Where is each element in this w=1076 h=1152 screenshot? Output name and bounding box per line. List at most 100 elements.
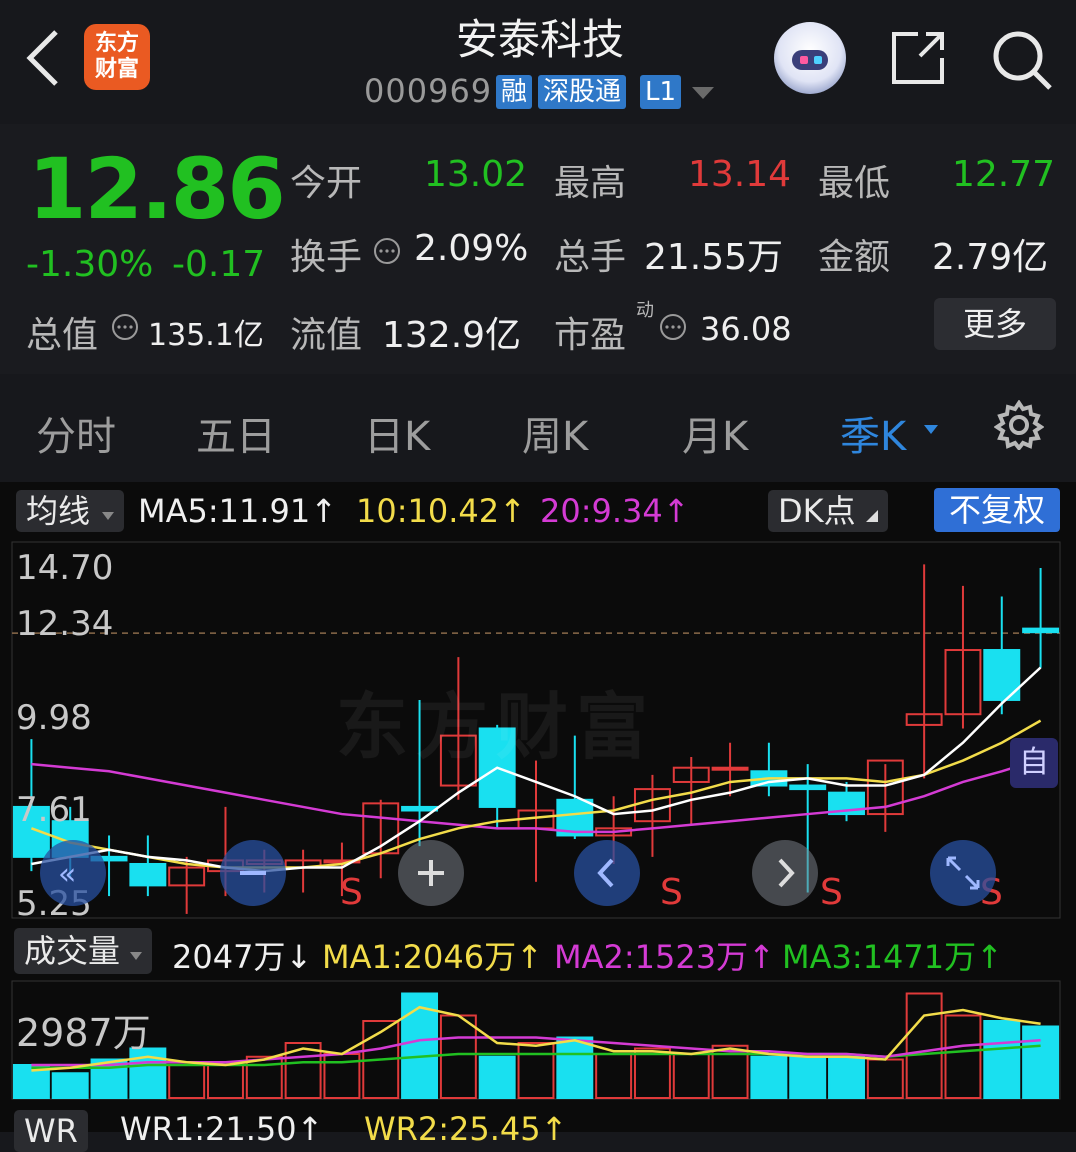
tab-intraday[interactable]: 分时	[36, 404, 116, 462]
tab-dropdown-icon[interactable]	[924, 420, 938, 439]
tab-five-day[interactable]: 五日	[196, 404, 276, 462]
info-dots-icon[interactable]	[372, 236, 402, 270]
wr-selector-label: WR	[24, 1112, 78, 1150]
candle-body	[129, 862, 167, 887]
zoom-in-control[interactable]	[398, 840, 464, 906]
no-adjust-button[interactable]: 不复权	[934, 488, 1060, 532]
previous-control[interactable]	[574, 840, 640, 906]
tag-dropdown-icon[interactable]	[692, 86, 714, 105]
volume-chart[interactable]	[0, 980, 1076, 1102]
high-label: 最高	[554, 163, 627, 204]
vol-ma3-readout: MA3:1471万↑	[782, 938, 1003, 976]
vol-ma2-readout: MA2:1523万↑	[554, 938, 775, 976]
volume-bar	[1022, 1025, 1060, 1099]
rewind-control[interactable]: «	[40, 840, 106, 906]
volume-bar	[556, 1036, 594, 1099]
ma-selector-label: 均线	[26, 492, 91, 530]
volume-bar	[983, 1020, 1021, 1099]
dk-label: DK点	[778, 492, 856, 530]
price-axis-label: 7.61	[16, 790, 92, 830]
open-value: 13.02	[424, 154, 528, 195]
assistant-robot-icon[interactable]	[774, 22, 846, 94]
amount-label: 金额	[818, 237, 891, 278]
volume-bar	[595, 1053, 633, 1099]
settings-gear-icon[interactable]	[993, 399, 1045, 452]
volume-bar	[750, 1055, 788, 1099]
wr-selector[interactable]: WR	[14, 1110, 88, 1152]
volume-bar	[866, 1058, 904, 1099]
market-cap-value: 135.1亿	[148, 318, 264, 353]
vol-ma1-readout: MA1:2046万↑	[322, 938, 543, 976]
dk-point-toggle[interactable]: DK点	[768, 490, 888, 532]
volume-selector[interactable]: 成交量	[14, 928, 153, 974]
candle-body	[789, 784, 827, 791]
volume-axis-label: 2987万	[16, 1011, 151, 1055]
market-cap-label[interactable]: 总值	[26, 306, 98, 358]
info-dots-icon[interactable]	[658, 312, 688, 346]
search-icon[interactable]	[990, 28, 1054, 96]
wr2-readout: WR2:25.45↑	[364, 1110, 568, 1148]
candle-body	[711, 766, 749, 771]
sell-signal: S	[820, 872, 843, 913]
auto-badge[interactable]: 自	[1010, 738, 1058, 788]
pe-dynamic-sup: 动	[636, 300, 654, 321]
next-control[interactable]	[752, 840, 818, 906]
price-axis-label: 14.70	[16, 548, 114, 588]
stock-name: 安泰科技	[455, 15, 624, 64]
logo-line2: 财富	[94, 57, 139, 82]
turnover-value: 2.09%	[414, 228, 529, 269]
candle-body	[1022, 627, 1060, 634]
ma10-readout: 10:10.42↑	[356, 492, 526, 530]
fullscreen-control[interactable]	[930, 840, 996, 906]
volume-bar	[478, 1055, 516, 1099]
price-axis-label: 12.34	[16, 604, 114, 644]
float-cap-label: 流值	[290, 315, 363, 356]
turnover-label[interactable]: 换手	[290, 228, 362, 280]
amount-value: 2.79亿	[932, 237, 1049, 278]
volume-bar	[51, 1072, 89, 1099]
back-arrow-icon[interactable]	[22, 28, 66, 88]
svg-text:«: «	[58, 857, 76, 892]
margin-tag: 融	[496, 75, 533, 109]
share-icon[interactable]	[888, 28, 948, 92]
high-value: 13.14	[688, 154, 792, 195]
low-value: 12.77	[952, 154, 1056, 195]
vol-ma1-line	[31, 1005, 1041, 1072]
level1-tag: L1	[640, 75, 682, 109]
volume-bar	[207, 1064, 244, 1099]
zoom-out-control[interactable]	[220, 840, 286, 906]
info-dots-icon[interactable]	[110, 312, 140, 346]
float-cap-value: 132.9亿	[382, 315, 522, 356]
stock-code: 000969	[364, 72, 493, 110]
tab-quarterly-k[interactable]: 季K	[840, 404, 906, 462]
price-axis-label: 9.98	[16, 698, 92, 738]
sell-signal: S	[340, 872, 363, 913]
volume-bar	[828, 1055, 865, 1099]
open-label: 今开	[290, 163, 363, 204]
volume-readout: 2047万↓	[172, 938, 313, 976]
volume-bar	[789, 1055, 827, 1099]
volume-bar	[672, 1053, 710, 1099]
volume-bar	[905, 992, 943, 1099]
low-label: 最低	[818, 163, 891, 204]
last-price: 12.86	[28, 140, 286, 238]
ma5-readout: MA5:11.91↑	[138, 492, 338, 530]
pe-label[interactable]: 市盈	[554, 306, 626, 358]
app-logo[interactable]: 东方 财富	[84, 24, 150, 90]
candle-body	[401, 805, 439, 812]
tab-weekly-k[interactable]: 周K	[522, 404, 588, 462]
volume-value: 21.55万	[644, 237, 784, 278]
ma-selector[interactable]: 均线	[16, 490, 125, 532]
volume-bar	[944, 1014, 982, 1099]
volume-bar	[168, 1064, 206, 1099]
tab-monthly-k[interactable]: 月K	[682, 404, 748, 462]
wr1-readout: WR1:21.50↑	[120, 1110, 324, 1148]
logo-line1: 东方	[94, 31, 139, 56]
more-button[interactable]: 更多	[934, 298, 1056, 350]
volume-selector-label: 成交量	[24, 932, 121, 970]
shenzhen-connect-tag: 深股通	[538, 75, 627, 109]
watermark: 东方财富	[336, 685, 657, 769]
change-amount: -0.17	[172, 244, 266, 285]
volume-bar	[517, 1042, 555, 1099]
tab-daily-k[interactable]: 日K	[364, 404, 430, 462]
